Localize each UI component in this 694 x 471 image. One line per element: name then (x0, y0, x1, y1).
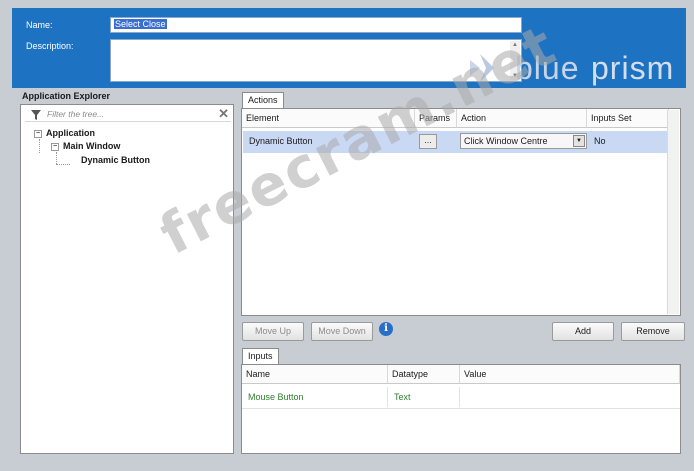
move-down-button[interactable]: Move Down (311, 322, 373, 341)
column-header-value[interactable]: Value (460, 365, 680, 384)
tab-inputs[interactable]: Inputs (242, 348, 279, 364)
collapse-icon[interactable]: − (34, 129, 42, 138)
cell-input-value[interactable] (462, 387, 466, 407)
cell-input-name: Mouse Button (244, 387, 388, 407)
column-header-name[interactable]: Name (242, 365, 388, 384)
actions-scrollbar[interactable] (667, 110, 679, 314)
move-up-button[interactable]: Move Up (242, 322, 304, 341)
add-button[interactable]: Add (552, 322, 614, 341)
logo-text-light: prism (591, 50, 675, 86)
chevron-down-icon[interactable]: ▼ (573, 135, 585, 147)
cell-inputs-set: No (594, 136, 606, 146)
cell-input-datatype: Text (390, 387, 460, 407)
name-label: Name: (26, 20, 53, 30)
table-row[interactable]: Mouse Button Text (242, 387, 680, 409)
remove-button[interactable]: Remove (621, 322, 685, 341)
tree-item-label: Main Window (63, 141, 121, 151)
tab-actions[interactable]: Actions (242, 92, 284, 108)
action-dropdown-value: Click Window Centre (464, 136, 548, 146)
collapse-icon[interactable]: − (51, 142, 59, 151)
filter-input[interactable]: Filter the tree... (47, 109, 104, 119)
column-header-inputs-set[interactable]: Inputs Set (587, 109, 669, 128)
tree-item-application[interactable]: − Application (34, 127, 95, 140)
filter-icon[interactable] (31, 110, 41, 120)
info-icon[interactable]: i (379, 322, 393, 336)
name-field[interactable]: Select Close (110, 17, 522, 33)
filter-bar[interactable]: Filter the tree... ✕ (25, 106, 231, 122)
app-explorer-title: Application Explorer (22, 91, 111, 101)
inputs-grid: Name Datatype Value Mouse Button Text (241, 364, 681, 454)
column-header-datatype[interactable]: Datatype (388, 365, 460, 384)
tree-item-label: Dynamic Button (81, 155, 151, 165)
name-field-value: Select Close (114, 19, 167, 29)
description-label: Description: (26, 41, 74, 51)
action-dropdown[interactable]: Click Window Centre ▼ (460, 133, 587, 149)
tree-item-main-window[interactable]: − Main Window (51, 140, 120, 153)
tree-item-dynamic-button[interactable]: Dynamic Button (81, 154, 150, 167)
close-icon[interactable]: ✕ (218, 106, 229, 122)
tree-item-label: Application (46, 128, 95, 138)
app-explorer-panel: Filter the tree... ✕ − Application − Main … (20, 104, 234, 454)
